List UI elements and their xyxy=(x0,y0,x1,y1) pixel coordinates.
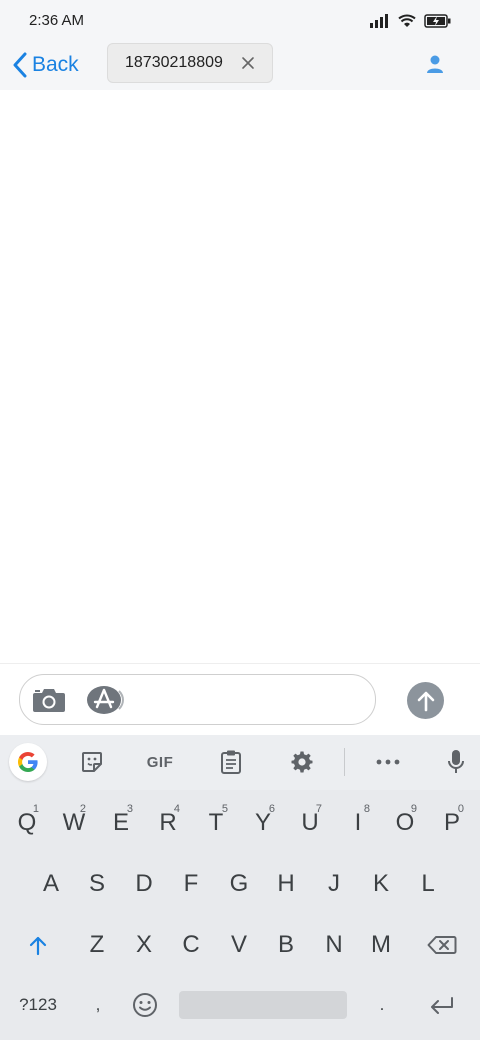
screen: 2:36 AM Back 18730218809 GIF Q 1 W 2 E 3… xyxy=(0,0,480,1040)
gif-label: GIF xyxy=(146,753,174,771)
composer-divider xyxy=(0,663,480,664)
send-button[interactable] xyxy=(407,682,444,719)
settings-button[interactable] xyxy=(288,747,316,777)
app-store-icon[interactable] xyxy=(86,685,124,715)
key-t[interactable]: T5 xyxy=(199,803,233,841)
key-p[interactable]: P0 xyxy=(435,803,469,841)
clipboard-button[interactable] xyxy=(218,747,244,777)
more-icon xyxy=(376,759,400,765)
period-key[interactable]: . xyxy=(370,987,394,1023)
key-b[interactable]: B xyxy=(269,927,303,963)
microphone-icon xyxy=(448,750,464,773)
key-d[interactable]: D xyxy=(127,866,161,902)
comma-key[interactable]: , xyxy=(86,987,110,1023)
key-z[interactable]: Z xyxy=(80,927,114,963)
key-n[interactable]: N xyxy=(317,927,351,963)
shift-key[interactable] xyxy=(20,927,56,963)
contact-icon[interactable] xyxy=(424,53,446,75)
settings-icon xyxy=(291,751,313,773)
key-a[interactable]: A xyxy=(34,866,68,902)
enter-icon xyxy=(431,997,453,1014)
key-f[interactable]: F xyxy=(174,866,208,902)
clipboard-icon xyxy=(221,750,241,774)
recipient-number: 18730218809 xyxy=(125,54,223,71)
key-j[interactable]: J xyxy=(317,866,351,902)
key-r[interactable]: R4 xyxy=(151,803,185,841)
key-m[interactable]: M xyxy=(364,927,398,963)
status-time: 2:36 AM xyxy=(29,12,85,29)
enter-key[interactable] xyxy=(424,987,460,1023)
back-button[interactable]: Back xyxy=(12,50,79,80)
key-c[interactable]: C xyxy=(174,927,208,963)
key-y[interactable]: Y6 xyxy=(246,803,280,841)
key-g[interactable]: G xyxy=(222,866,256,902)
key-q[interactable]: Q1 xyxy=(10,803,44,841)
key-l[interactable]: L xyxy=(411,866,445,902)
key-k[interactable]: K xyxy=(364,866,398,902)
space-key[interactable] xyxy=(179,991,347,1019)
status-icons xyxy=(370,12,452,30)
backspace-key[interactable] xyxy=(422,927,462,963)
clear-icon[interactable] xyxy=(239,54,257,72)
sticker-button[interactable] xyxy=(78,747,106,777)
camera-icon[interactable] xyxy=(32,687,66,713)
back-label: Back xyxy=(32,53,79,76)
message-area xyxy=(0,90,480,663)
key-w[interactable]: W2 xyxy=(57,803,91,841)
gif-button[interactable]: GIF xyxy=(140,747,180,777)
key-v[interactable]: V xyxy=(222,927,256,963)
sticker-icon xyxy=(82,752,102,772)
send-arrow-icon xyxy=(417,691,434,711)
emoji-key[interactable] xyxy=(129,987,161,1023)
shift-arrow-icon xyxy=(29,936,47,956)
toolbar-divider xyxy=(344,748,345,776)
battery-charging-icon xyxy=(424,14,451,28)
key-u[interactable]: U7 xyxy=(293,803,327,841)
recipient-chip[interactable]: 18730218809 xyxy=(107,43,273,83)
nav-bar: Back 18730218809 xyxy=(0,42,480,90)
google-icon xyxy=(18,752,38,772)
key-e[interactable]: E3 xyxy=(104,803,138,841)
key-o[interactable]: O9 xyxy=(388,803,422,841)
backspace-icon xyxy=(427,936,457,954)
key-i[interactable]: I8 xyxy=(341,803,375,841)
chevron-left-icon xyxy=(13,52,27,78)
voice-button[interactable] xyxy=(444,747,468,777)
symbols-key[interactable]: ?123 xyxy=(14,987,62,1023)
more-button[interactable] xyxy=(374,747,402,777)
keyboard: GIF Q 1 W 2 E 3 R 4 T 5 Y 6 U 7 I 8 O 9 … xyxy=(0,735,480,1040)
emoji-icon xyxy=(133,993,157,1017)
key-h[interactable]: H xyxy=(269,866,303,902)
status-bar: 2:36 AM xyxy=(0,0,480,42)
key-x[interactable]: X xyxy=(127,927,161,963)
google-button[interactable] xyxy=(9,743,47,781)
message-input[interactable] xyxy=(19,674,376,725)
signal-icon xyxy=(370,14,388,28)
keyboard-toolbar: GIF xyxy=(0,735,480,790)
wifi-icon xyxy=(398,14,416,27)
key-s[interactable]: S xyxy=(80,866,114,902)
